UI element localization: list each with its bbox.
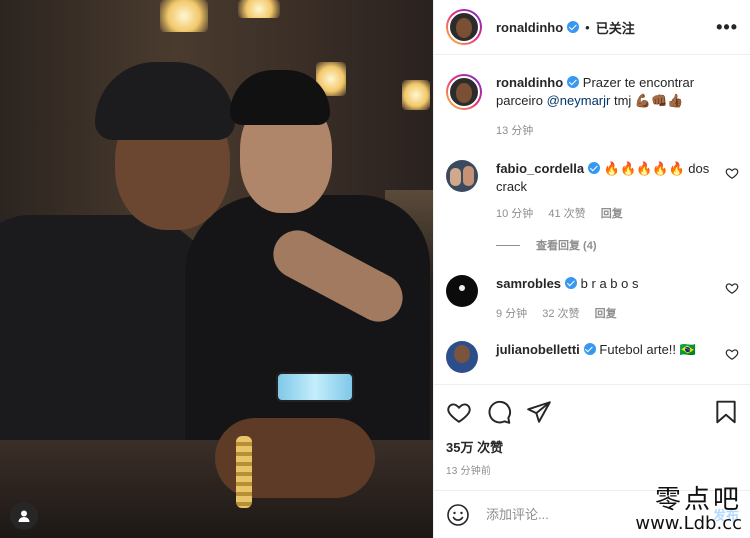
- post-comment-button[interactable]: 发布: [713, 505, 739, 524]
- user-icon: [18, 510, 30, 522]
- wall-lamp: [402, 80, 430, 110]
- author-avatar[interactable]: [446, 74, 482, 110]
- caption-tail: tmj 💪🏾👊🏾👍🏾: [610, 93, 684, 108]
- caption-username[interactable]: ronaldinho: [496, 75, 563, 90]
- post-actions: 35万 次赞 13 分钟前: [434, 384, 750, 477]
- like-comment-icon[interactable]: [725, 166, 739, 180]
- verified-badge-icon: [588, 162, 601, 174]
- caption: ronaldinho Prazer te encontrar parceiro …: [446, 74, 739, 140]
- verified-badge-icon: [583, 343, 596, 355]
- share-icon[interactable]: [526, 399, 552, 425]
- like-comment-icon[interactable]: [725, 347, 739, 361]
- add-comment-bar: 发布: [434, 490, 750, 538]
- emoji-icon[interactable]: [446, 503, 470, 527]
- reply-button[interactable]: 回复: [595, 308, 617, 320]
- comment-likes[interactable]: 41 次赞: [548, 208, 585, 220]
- mention-link[interactable]: @neymarjr: [547, 93, 611, 108]
- comment-text: b r a b o s: [580, 276, 639, 291]
- commenter-avatar[interactable]: [446, 275, 478, 307]
- like-icon[interactable]: [446, 399, 472, 425]
- post-header: ronaldinho • 已关注 •••: [434, 0, 750, 55]
- post-photo[interactable]: [0, 0, 433, 538]
- more-options-icon[interactable]: •••: [716, 17, 738, 38]
- action-icons: [446, 397, 739, 427]
- verified-badge-icon: [565, 277, 578, 289]
- caption-time: 13 分钟: [496, 125, 534, 137]
- comment-item: fabio_cordella 🔥🔥🔥🔥🔥 dos crack 10 分钟 41 …: [446, 160, 739, 223]
- follow-status-button[interactable]: 已关注: [596, 18, 635, 37]
- ceiling-lamp: [160, 0, 208, 32]
- comment-username[interactable]: samrobles: [496, 276, 561, 291]
- commenter-avatar[interactable]: [446, 160, 478, 192]
- comment-likes[interactable]: 32 次赞: [542, 308, 579, 320]
- comments-list[interactable]: ronaldinho Prazer te encontrar parceiro …: [434, 56, 750, 382]
- comment-item: samrobles b r a b o s 9 分钟 32 次赞 回复: [446, 275, 739, 323]
- save-bookmark-icon[interactable]: [713, 399, 739, 425]
- post-time: 13 分钟前: [446, 466, 492, 477]
- comment-item: julianobelletti Futebol arte!! 🇧🇷: [446, 341, 739, 373]
- like-comment-icon[interactable]: [725, 281, 739, 295]
- view-replies-label: 查看回复 (4): [536, 240, 597, 252]
- comment-icon[interactable]: [486, 399, 512, 425]
- divider-line: [496, 244, 520, 246]
- tagged-users-button[interactable]: [10, 502, 38, 530]
- separator-dot: •: [585, 19, 590, 35]
- comment-username[interactable]: fabio_cordella: [496, 161, 584, 176]
- comment-input[interactable]: [486, 507, 713, 522]
- comment-username[interactable]: julianobelletti: [496, 342, 580, 357]
- author-username[interactable]: ronaldinho: [496, 20, 563, 35]
- comment-text: Futebol arte!! 🇧🇷: [599, 342, 696, 357]
- post-side-panel: ronaldinho • 已关注 ••• ronaldinho Prazer t…: [433, 0, 750, 538]
- ceiling-lamp: [238, 0, 280, 18]
- comment-time: 9 分钟: [496, 308, 528, 320]
- likes-count[interactable]: 35万 次赞: [446, 437, 739, 456]
- view-replies-button[interactable]: 查看回复 (4): [496, 237, 739, 253]
- verified-badge-icon: [567, 76, 580, 88]
- commenter-avatar[interactable]: [446, 341, 478, 373]
- verified-badge-icon: [567, 21, 580, 33]
- author-avatar[interactable]: [446, 9, 482, 45]
- phone: [276, 372, 354, 402]
- reply-button[interactable]: 回复: [601, 208, 623, 220]
- bracelet: [236, 436, 252, 508]
- comment-time: 10 分钟: [496, 208, 534, 220]
